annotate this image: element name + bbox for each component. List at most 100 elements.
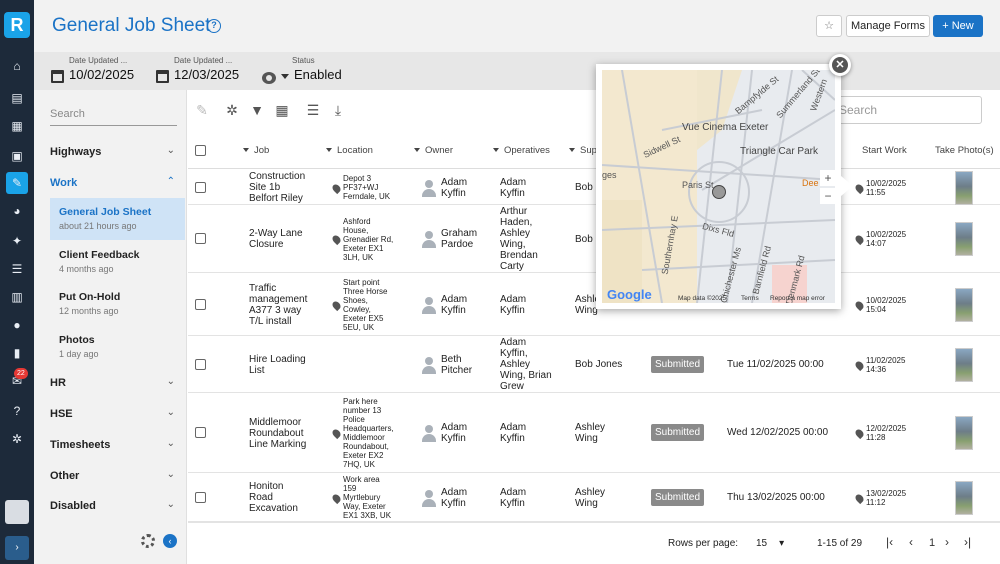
cell-operatives-line: Kyffin	[500, 433, 525, 444]
cell-location-line: Way, Exeter	[343, 502, 386, 511]
help-icon[interactable]: ?	[207, 19, 221, 33]
row-checkbox[interactable]	[195, 233, 206, 244]
columns-icon[interactable]: ▦	[274, 102, 290, 118]
column-header-start-work[interactable]: Start Work	[862, 145, 907, 156]
lightbulb-icon[interactable]: ✦	[6, 230, 28, 252]
section-label: HR	[50, 377, 66, 389]
map-report-link[interactable]: Report a map error	[770, 295, 825, 302]
app-logo[interactable]: R	[4, 12, 30, 38]
rows-per-page-select[interactable]: 15 ▾	[756, 538, 784, 549]
forms-icon[interactable]: ✎	[6, 172, 28, 194]
location-pin-icon	[853, 299, 866, 311]
user-icon[interactable]: ●	[6, 314, 28, 336]
clipboard-icon[interactable]: ▣	[6, 145, 28, 167]
row-checkbox[interactable]	[195, 358, 206, 370]
map-terms-link[interactable]: Terms	[741, 295, 759, 302]
sidebar-item-client-feedback[interactable]: Client Feedback 4 months ago	[50, 241, 185, 283]
user-avatar[interactable]	[5, 500, 29, 524]
gear-icon[interactable]	[141, 534, 155, 548]
sidebar-section-hr[interactable]: HR ⌄	[50, 376, 177, 389]
documents-icon[interactable]: ▤	[6, 87, 28, 109]
cell-location-line: Shoes,	[343, 295, 368, 305]
location-marker[interactable]	[712, 185, 726, 199]
status-filter[interactable]: Status Enabled	[260, 56, 342, 84]
edit-icon[interactable]: ✎	[194, 102, 210, 118]
cell-owner-line: Pitcher	[441, 364, 473, 376]
last-page-icon[interactable]: ›|	[964, 535, 971, 549]
row-checkbox[interactable]	[195, 298, 206, 310]
settings-rail-icon[interactable]: ✲	[6, 428, 28, 450]
grid-icon[interactable]: ▦	[6, 115, 28, 137]
table-row[interactable]: Traffic management A377 3 way T/L install St…	[188, 273, 1000, 336]
cell-location: Start point Three Horse Shoes, Cowley, Exete…	[343, 278, 387, 332]
collapse-sidebar-button[interactable]: ‹	[163, 534, 177, 548]
section-label: Highways	[50, 146, 102, 158]
photo-thumbnail[interactable]	[955, 287, 973, 322]
expand-sidebar-button[interactable]: ›	[5, 536, 29, 560]
owner-avatar-icon	[421, 179, 437, 197]
table-row[interactable]: 2-Way Lane Closure Ashford House, Grenadier …	[188, 205, 1000, 273]
sidebar-item-general-job-sheet[interactable]: General Job Sheet about 21 hours ago	[50, 198, 185, 240]
date-to-filter[interactable]: Date Updated ... 12/03/2025	[154, 56, 239, 83]
table-row[interactable]: Construction Site 1b Belfort Riley Depot 3P…	[188, 170, 1000, 205]
device-icon[interactable]: ▮	[6, 342, 28, 364]
reports-icon[interactable]: ▥	[6, 286, 28, 308]
owner-avatar-icon	[421, 424, 437, 442]
map[interactable]: Vue Cinema Exeter Triangle Car Park Sidw…	[602, 70, 835, 303]
filter-icon[interactable]: ▼	[249, 102, 265, 118]
cell-job-line: Site 1b	[249, 182, 281, 193]
next-page-icon[interactable]: ›	[945, 535, 949, 549]
map-label-triangle: Triangle Car Park	[740, 146, 818, 157]
select-all-checkbox[interactable]	[195, 145, 206, 156]
row-checkbox[interactable]	[195, 491, 206, 503]
table-row[interactable]: Hire Loading List Beth Pitcher Adam Kyffin, As…	[188, 336, 1000, 393]
download-icon[interactable]: ⤓	[330, 102, 346, 118]
help-rail-icon[interactable]: ?	[6, 400, 28, 422]
column-header-location[interactable]: Location	[326, 145, 373, 156]
column-header-supervisor[interactable]: Sup	[569, 145, 597, 156]
photo-thumbnail[interactable]	[955, 347, 973, 382]
new-button[interactable]: + New	[933, 15, 983, 37]
plus-icon: +	[942, 20, 952, 32]
sidebar-section-other[interactable]: Other ⌄	[50, 469, 177, 482]
column-header-operatives[interactable]: Operatives	[493, 145, 550, 156]
row-checkbox[interactable]	[195, 181, 206, 193]
cell-start_work-line: 14:36	[866, 364, 887, 374]
row-checkbox[interactable]	[195, 427, 206, 438]
sidebar-section-work[interactable]: Work ⌃	[50, 176, 177, 189]
date-from-filter[interactable]: Date Updated ... 10/02/2025	[49, 56, 134, 83]
sidebar-section-hse[interactable]: HSE ⌄	[50, 407, 177, 420]
photo-thumbnail[interactable]	[955, 416, 973, 450]
sidebar-item-photos[interactable]: Photos 1 day ago	[50, 326, 185, 368]
gear-icon[interactable]: ✲	[224, 102, 240, 118]
list-icon[interactable]: ☰	[6, 258, 28, 280]
photo-thumbnail[interactable]	[955, 170, 973, 205]
zoom-in-button[interactable]: +	[820, 170, 835, 186]
photo-thumbnail[interactable]	[955, 222, 973, 256]
table-search-input[interactable]: Search	[828, 96, 982, 124]
prev-page-icon[interactable]: ‹	[909, 535, 913, 549]
table-row[interactable]: Honiton Road Excavation Work area 159 Myrtleb…	[188, 473, 1000, 522]
sidebar-search-input[interactable]: Search	[50, 108, 177, 126]
column-header-owner[interactable]: Owner	[414, 145, 453, 156]
manage-forms-button[interactable]: Manage Forms	[846, 15, 930, 37]
cell-location-line: Ferndale, UK	[343, 192, 391, 201]
photo-thumbnail[interactable]	[955, 480, 973, 515]
cell-location: Depot 3 PF37+WJ Ferndale, UK	[343, 174, 390, 201]
sidebar-section-disabled[interactable]: Disabled ⌄	[50, 499, 177, 512]
sidebar-item-put-on-hold[interactable]: Put On-Hold 12 months ago	[50, 283, 185, 325]
chevron-down-icon	[281, 74, 289, 79]
home-icon[interactable]: ⌂	[6, 55, 28, 77]
table-row[interactable]: Middlemoor Roundabout Line Marking Park her…	[188, 393, 1000, 473]
column-header-job[interactable]: Job	[243, 145, 269, 156]
cell-owner: Adam Kyffin	[441, 487, 467, 509]
zoom-out-button[interactable]: −	[820, 188, 835, 204]
sidebar-section-highways[interactable]: Highways ⌄	[50, 145, 177, 158]
first-page-icon[interactable]: |‹	[886, 535, 893, 549]
sidebar-section-timesheets[interactable]: Timesheets ⌄	[50, 438, 177, 451]
chart-icon[interactable]: ◕	[6, 200, 28, 222]
sort-icon[interactable]: ☰	[305, 102, 321, 118]
favorite-button[interactable]: ☆	[816, 15, 842, 37]
column-header-take-photos[interactable]: Take Photo(s)	[935, 145, 994, 156]
close-map-button[interactable]: ✕	[829, 54, 851, 76]
